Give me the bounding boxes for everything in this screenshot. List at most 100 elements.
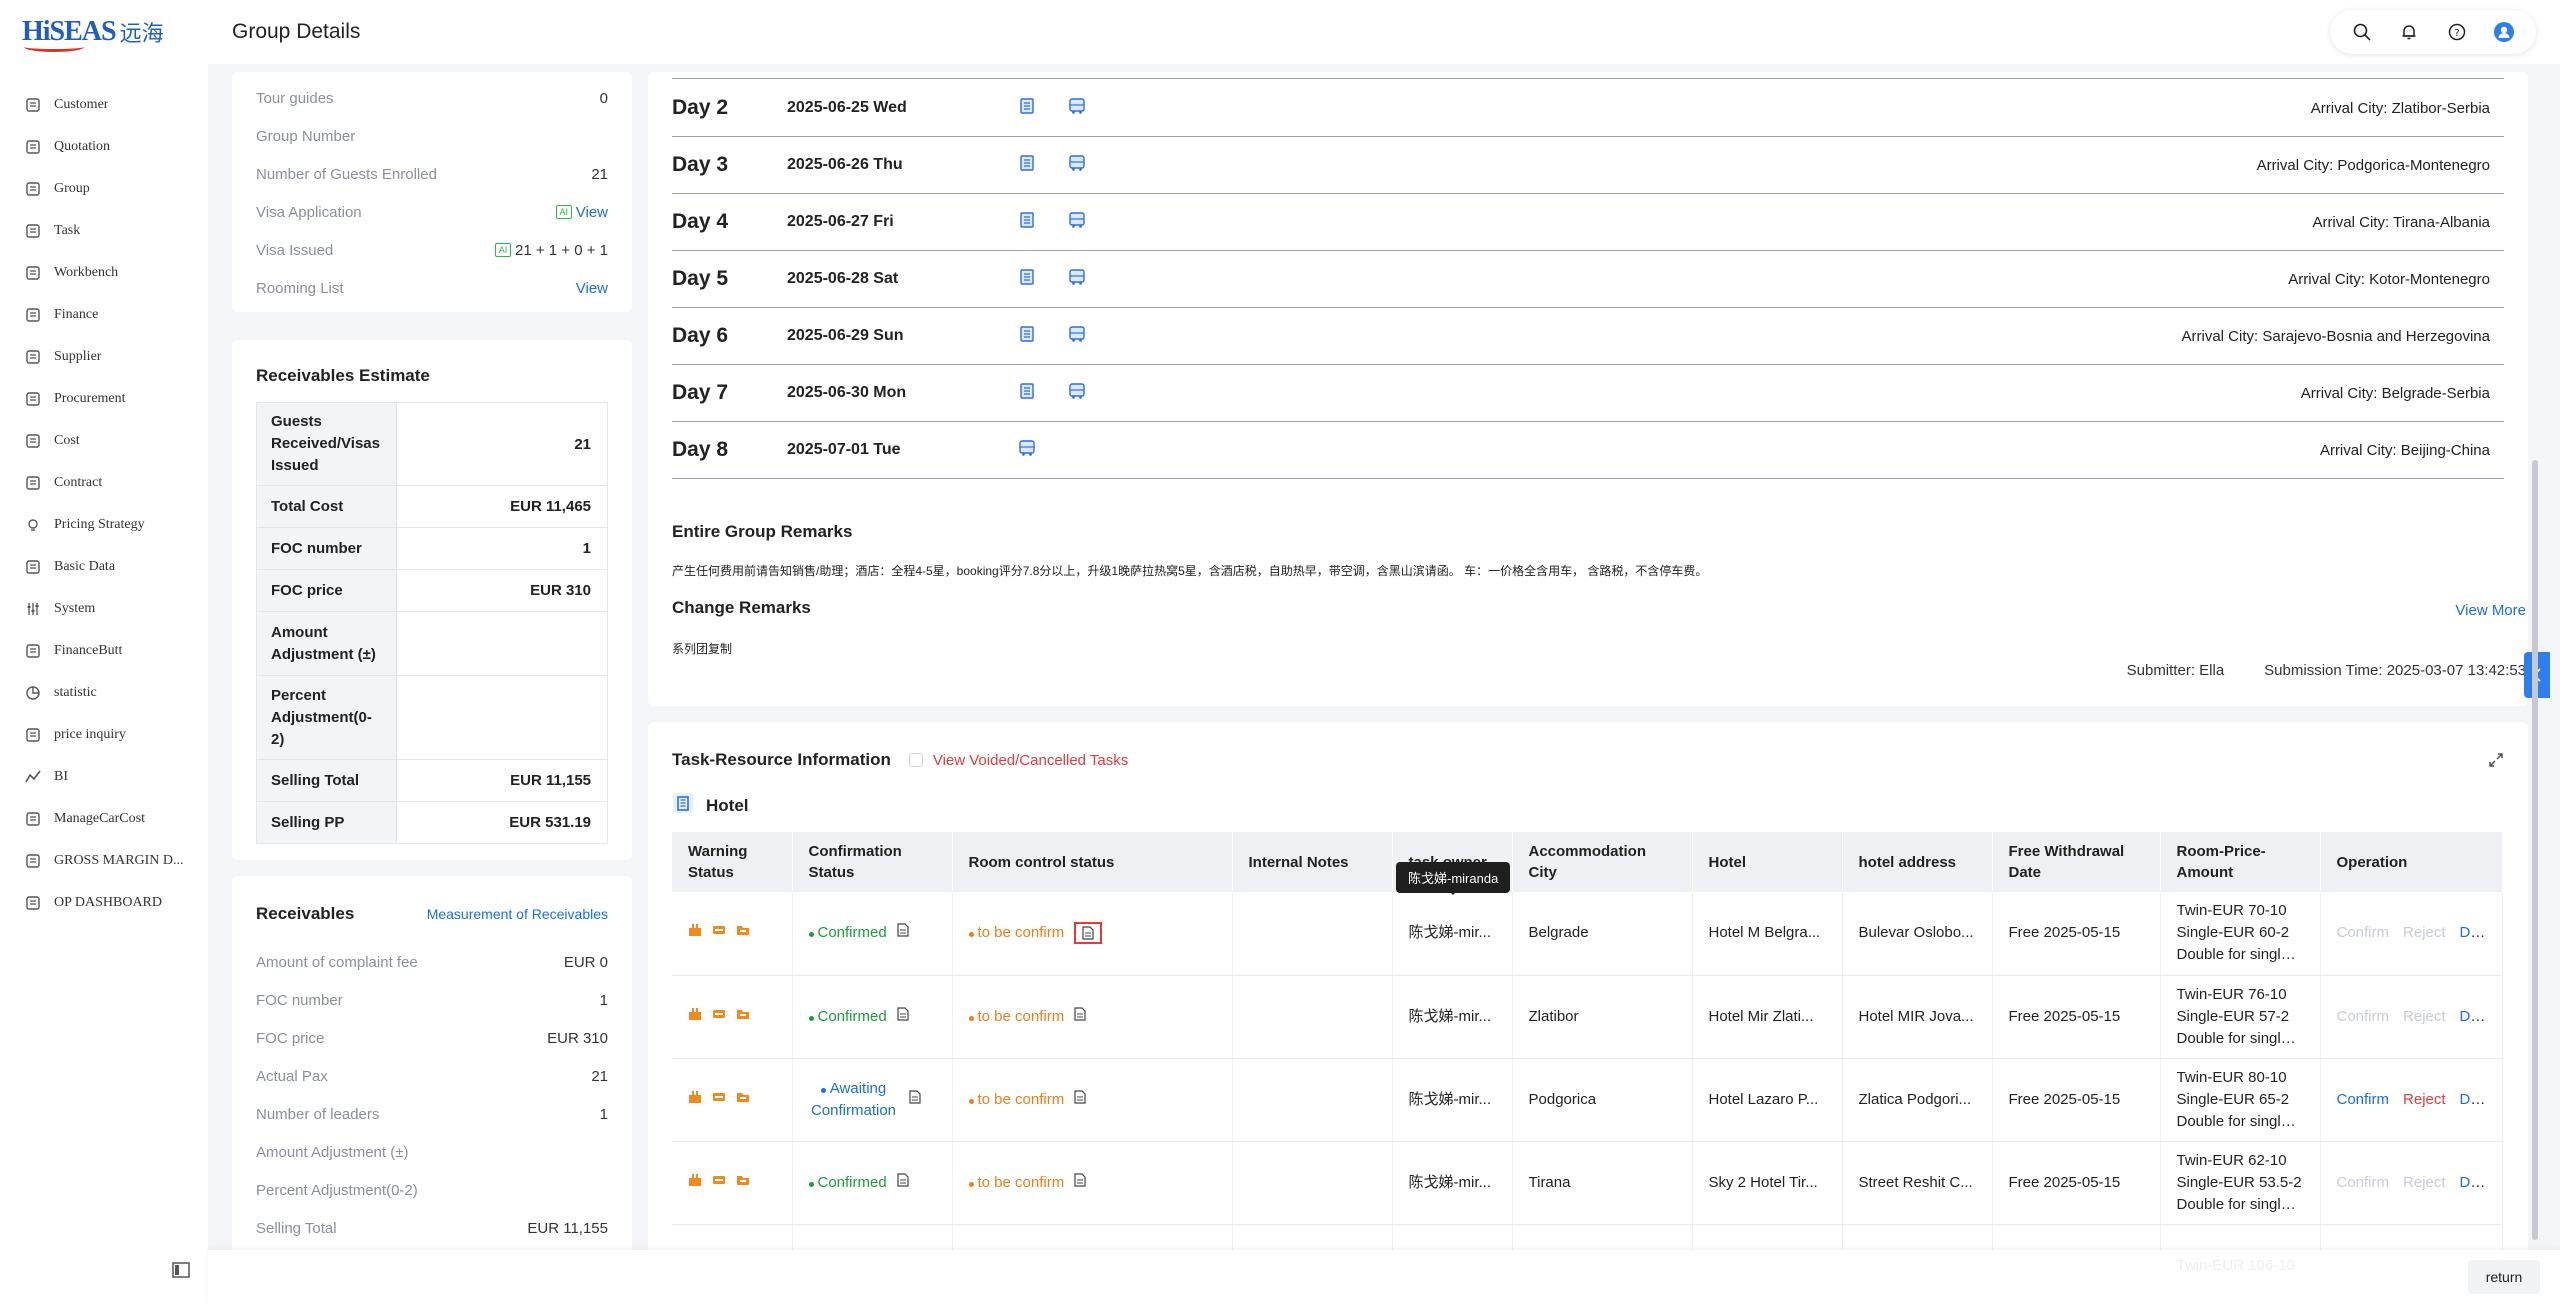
document-icon[interactable] <box>897 922 909 944</box>
sidebar-item-bi[interactable]: BI <box>0 756 208 798</box>
voided-checkbox[interactable] <box>908 753 923 767</box>
sidebar-item-managecarcost[interactable]: ManageCarCost <box>0 798 208 840</box>
receivables-value: EUR 0 <box>563 953 608 971</box>
search-icon[interactable] <box>2344 14 2380 50</box>
sidebar-item-workbench[interactable]: Workbench <box>0 252 208 294</box>
gift-icon[interactable] <box>688 1089 702 1111</box>
card-icon[interactable] <box>712 1172 726 1194</box>
reject-button[interactable]: Reject <box>2403 1174 2446 1191</box>
details-button[interactable]: Details <box>2460 924 2501 941</box>
details-button[interactable]: Details <box>2460 1008 2501 1025</box>
bus-icon[interactable] <box>1067 381 1087 406</box>
receivables-value: 1 <box>599 1105 608 1123</box>
sidebar-item-contract[interactable]: Contract <box>0 462 208 504</box>
table-body: Confirmed to be confirm 陈戈娣-mir... Belgrade… <box>672 892 2503 1305</box>
gift-icon[interactable] <box>688 1006 702 1028</box>
info-value: AI 21 + 1 + 0 + 1 <box>495 242 608 259</box>
folder-icon[interactable] <box>736 1089 750 1111</box>
confirm-button[interactable]: Confirm <box>2337 1174 2390 1191</box>
user-avatar-icon[interactable] <box>2486 14 2522 50</box>
sidebar-item-financebutt[interactable]: FinanceButt <box>0 630 208 672</box>
hotel-icon[interactable] <box>1017 153 1037 178</box>
document-icon[interactable] <box>1074 1172 1086 1194</box>
view-voided-tasks-link[interactable]: View Voided/Cancelled Tasks <box>933 752 1128 769</box>
logo[interactable]: HiSEAS 远海 <box>22 12 164 52</box>
measurement-of-receivables-link[interactable]: Measurement of Receivables <box>427 906 608 922</box>
hotel-icon[interactable] <box>1017 210 1037 235</box>
card-icon[interactable] <box>712 1006 726 1028</box>
bus-icon[interactable] <box>1067 210 1087 235</box>
sidebar-item-finance[interactable]: Finance <box>0 294 208 336</box>
view-more-link[interactable]: View More <box>2455 602 2526 619</box>
header: Group Details ? <box>208 0 2560 64</box>
confirm-button[interactable]: Confirm <box>2337 924 2390 941</box>
info-value: AI View <box>555 204 608 221</box>
help-icon[interactable]: ? <box>2439 14 2475 50</box>
sidebar-item-procurement[interactable]: Procurement <box>0 378 208 420</box>
sidebar-item-group[interactable]: Group <box>0 168 208 210</box>
folder-icon[interactable] <box>736 1172 750 1194</box>
free-withdrawal-date-cell: Free 2025-05-15 <box>1992 975 2161 1059</box>
sidebar-item-cost[interactable]: Cost <box>0 420 208 462</box>
document-icon[interactable] <box>897 1006 909 1028</box>
rooming-list-view-link[interactable]: View <box>576 280 608 297</box>
document-icon[interactable] <box>897 1172 909 1194</box>
collapse-sidebar-icon[interactable] <box>170 1260 192 1280</box>
confirm-button[interactable]: Confirm <box>2337 1008 2390 1025</box>
hotel-icon[interactable] <box>1017 267 1037 292</box>
details-button[interactable]: Details <box>2460 1174 2501 1191</box>
finance-icon <box>24 306 42 324</box>
scrollbar[interactable] <box>2532 460 2538 1240</box>
gift-icon[interactable] <box>688 1172 702 1194</box>
estimate-row: Percent Adjustment(0-2) <box>256 675 608 760</box>
sidebar-item-customer[interactable]: Customer <box>0 84 208 126</box>
document-icon[interactable] <box>1074 922 1103 945</box>
return-button[interactable]: return <box>2468 1260 2540 1294</box>
bus-icon[interactable] <box>1067 324 1087 349</box>
hotel-icon[interactable] <box>1017 324 1037 349</box>
sidebar-item-basic-data[interactable]: Basic Data <box>0 546 208 588</box>
receivables-label: Actual Pax <box>256 1067 328 1085</box>
card-icon[interactable] <box>712 1089 726 1111</box>
hotel-icon[interactable] <box>1017 96 1037 121</box>
day-row: Day 6 2025-06-29 Sun Arrival City: Sarajev… <box>672 308 2504 365</box>
reject-button[interactable]: Reject <box>2403 1091 2446 1108</box>
folder-icon[interactable] <box>736 1006 750 1028</box>
sidebar-item-supplier[interactable]: Supplier <box>0 336 208 378</box>
card-icon[interactable] <box>712 922 726 944</box>
gift-icon[interactable] <box>688 922 702 944</box>
reject-button[interactable]: Reject <box>2403 924 2446 941</box>
bus-icon[interactable] <box>1067 153 1087 178</box>
document-icon[interactable] <box>1074 1006 1086 1028</box>
sidebar-item-task[interactable]: Task <box>0 210 208 252</box>
hotel-icon[interactable] <box>1017 381 1037 406</box>
supplier-icon <box>24 348 42 366</box>
sidebar-item-system[interactable]: System <box>0 588 208 630</box>
task-owner-cell: 陈戈娣-mir... <box>1392 892 1513 976</box>
folder-icon[interactable] <box>736 922 750 944</box>
confirm-button[interactable]: Confirm <box>2337 1091 2390 1108</box>
bus-icon[interactable] <box>1067 96 1087 121</box>
sidebar-item-label: ManageCarCost <box>54 811 145 826</box>
bell-icon[interactable] <box>2391 14 2427 50</box>
room-control-label: to be confirm <box>977 1090 1065 1108</box>
ai-tag: AI <box>495 243 511 257</box>
sidebar-item-price-inquiry[interactable]: price inquiry <box>0 714 208 756</box>
expand-icon[interactable] <box>2488 752 2504 773</box>
sidebar-item-op-dashboard[interactable]: OP DASHBOARD <box>0 882 208 924</box>
sidebar-item-label: BI <box>54 769 68 784</box>
sidebar-item-gross-margin-d[interactable]: GROSS MARGIN D... <box>0 840 208 882</box>
details-button[interactable]: Details <box>2460 1091 2501 1108</box>
document-icon[interactable] <box>1074 1089 1086 1111</box>
sidebar-item-statistic[interactable]: statistic <box>0 672 208 714</box>
reject-button[interactable]: Reject <box>2403 1008 2446 1025</box>
bus-icon[interactable] <box>1067 267 1087 292</box>
sidebar-item-pricing-strategy[interactable]: Pricing Strategy <box>0 504 208 546</box>
confirmation-status: Confirmed <box>808 1172 909 1194</box>
document-icon[interactable] <box>908 1089 921 1111</box>
visa-application-view-link[interactable]: View <box>576 204 608 221</box>
estimate-row: Total Cost EUR 11,465 <box>256 485 608 528</box>
accommodation-city-cell: Belgrade <box>1512 892 1693 976</box>
bus-icon[interactable] <box>1017 438 1037 463</box>
sidebar-item-quotation[interactable]: Quotation <box>0 126 208 168</box>
